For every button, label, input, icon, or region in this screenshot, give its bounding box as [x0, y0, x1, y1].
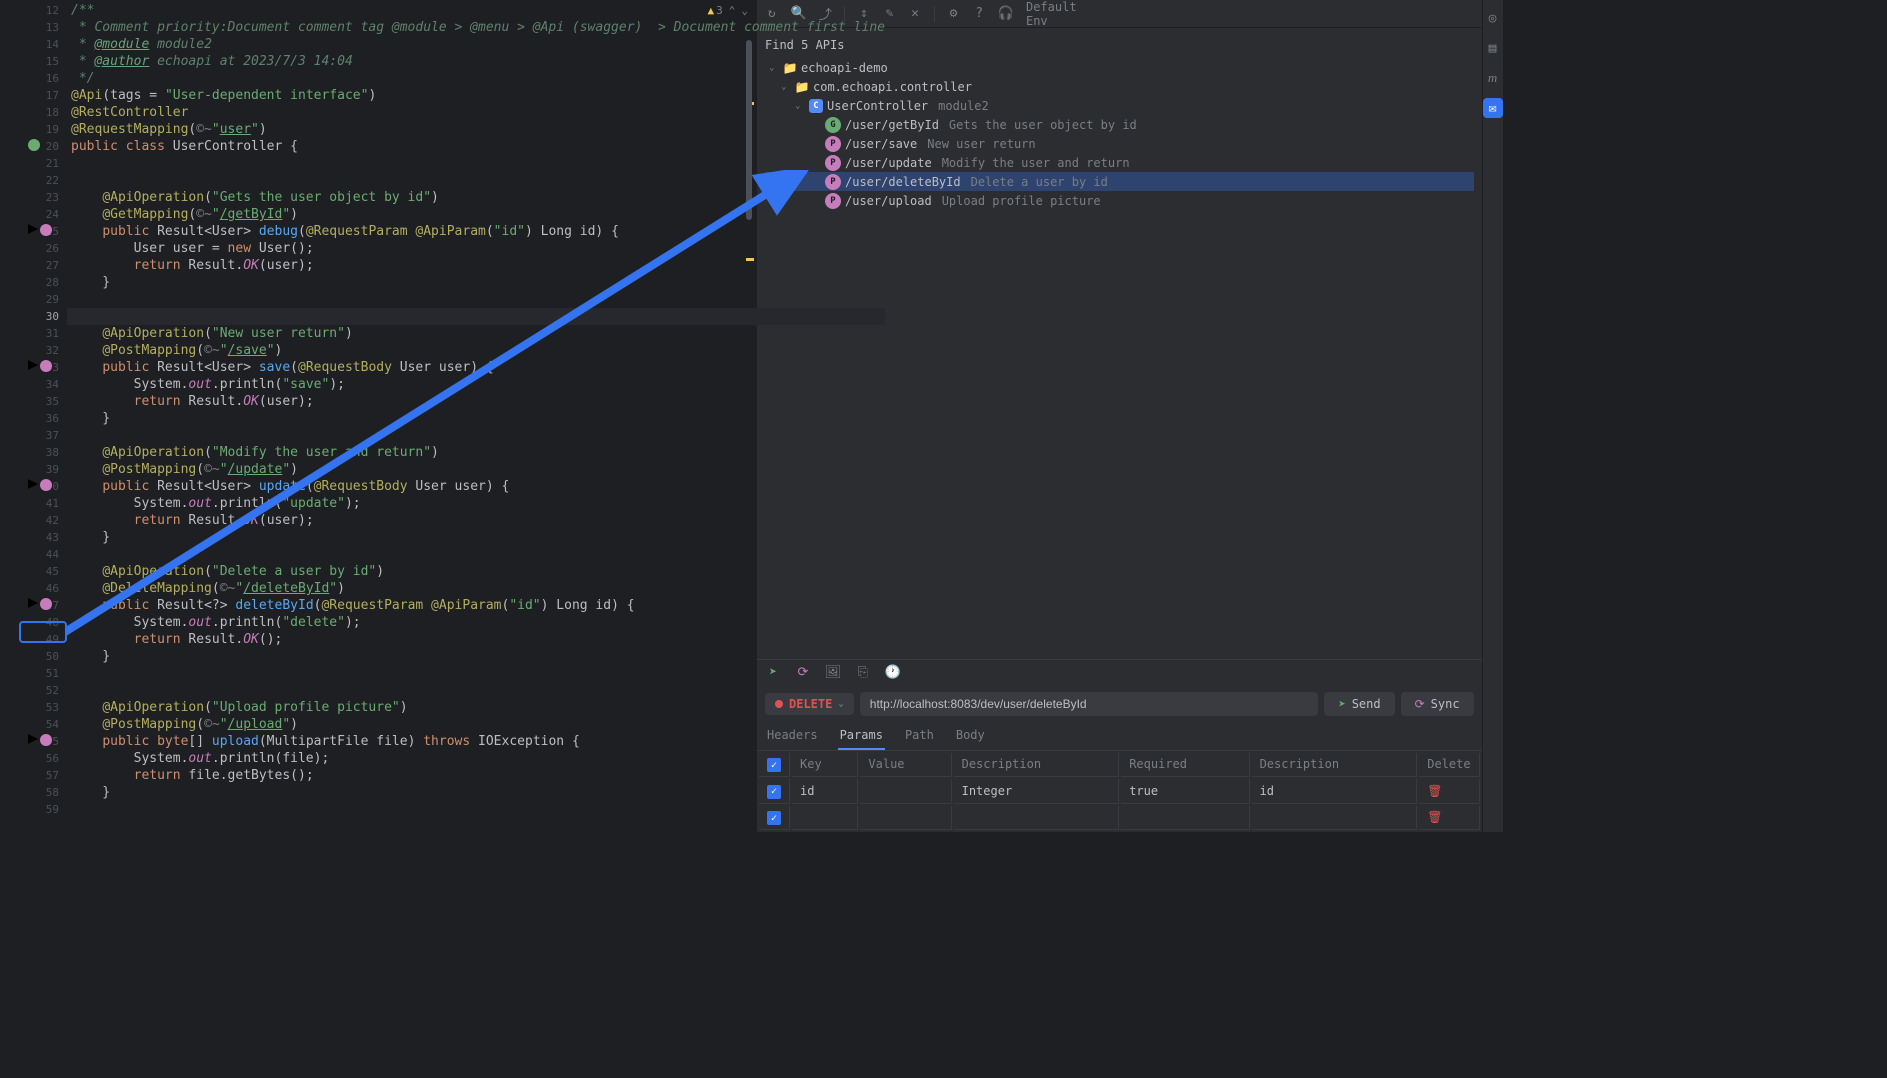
code-line[interactable]: * Comment priority:Document comment tag … [67, 19, 885, 36]
method-icon [40, 598, 52, 610]
code-line[interactable]: return file.getBytes(); [67, 767, 885, 784]
separator [934, 6, 935, 22]
code-line[interactable]: @GetMapping(©~"/getById") [67, 206, 885, 223]
method-icon [40, 479, 52, 491]
tab-path[interactable]: Path [903, 722, 936, 750]
send-button[interactable]: ➤ Send [1324, 692, 1394, 716]
code-line[interactable]: @PostMapping(©~"/save") [67, 342, 885, 359]
code-line[interactable]: public byte[] upload(MultipartFile file)… [67, 733, 885, 750]
sync-icon: ⟳ [1415, 697, 1425, 711]
chevron-up-icon[interactable]: ⌃ [729, 4, 736, 17]
run-icon[interactable] [28, 360, 38, 370]
code-line[interactable]: } [67, 529, 885, 546]
warning-count: 3 [716, 4, 723, 17]
target-icon[interactable]: ◎ [1483, 8, 1503, 28]
code-area[interactable]: /** * Comment priority:Document comment … [67, 0, 885, 832]
code-line[interactable] [67, 682, 885, 699]
method-icon [40, 360, 52, 372]
code-line[interactable]: } [67, 648, 885, 665]
code-line[interactable] [67, 155, 885, 172]
echoapi-icon[interactable]: ✉ [1483, 98, 1503, 118]
delete-icon[interactable]: 🗑 [1427, 810, 1442, 824]
column-header: Required [1121, 753, 1249, 778]
code-line[interactable]: public class UserController { [67, 138, 885, 155]
code-line[interactable]: @RestController [67, 104, 885, 121]
code-line[interactable]: /** [67, 2, 885, 19]
database-icon[interactable]: ▤ [1483, 38, 1503, 58]
editor-scrollbar[interactable] [746, 0, 754, 832]
code-line[interactable]: @PostMapping(©~"/upload") [67, 716, 885, 733]
env-selector[interactable]: Default Env [1026, 0, 1094, 28]
code-line[interactable]: return Result.OK(user); [67, 512, 885, 529]
tool-sidebar: ◎ ▤ m ✉ [1482, 0, 1503, 832]
code-line[interactable]: @PostMapping(©~"/update") [67, 461, 885, 478]
code-line[interactable]: @ApiOperation("Upload profile picture") [67, 699, 885, 716]
code-line[interactable]: public Result<?> deleteById(@RequestPara… [67, 597, 885, 614]
code-line[interactable]: @ApiOperation("New user return") [67, 325, 885, 342]
run-icon[interactable] [28, 479, 38, 489]
code-line[interactable] [67, 308, 885, 325]
code-line[interactable]: @ApiOperation("Delete a user by id") [67, 563, 885, 580]
column-header: Description [1252, 753, 1418, 778]
code-line[interactable]: return Result.OK(user); [67, 257, 885, 274]
code-line[interactable] [67, 172, 885, 189]
code-line[interactable]: System.out.println("delete"); [67, 614, 885, 631]
sync-button[interactable]: ⟳ Sync [1401, 692, 1474, 716]
code-line[interactable]: return Result.OK(user); [67, 393, 885, 410]
tab-body[interactable]: Body [954, 722, 987, 750]
code-line[interactable]: @DeleteMapping(©~"/deleteById") [67, 580, 885, 597]
code-line[interactable]: return Result.OK(); [67, 631, 885, 648]
code-line[interactable] [67, 801, 885, 818]
send-icon: ➤ [1338, 697, 1345, 711]
warning-icon: ▲ [708, 4, 715, 17]
code-line[interactable]: public Result<User> update(@RequestBody … [67, 478, 885, 495]
gear-icon[interactable]: ⚙ [947, 6, 961, 22]
code-line[interactable]: @ApiOperation("Modify the user and retur… [67, 444, 885, 461]
code-line[interactable] [67, 665, 885, 682]
code-line[interactable]: } [67, 410, 885, 427]
help-icon[interactable]: ? [972, 6, 986, 22]
column-header: Description [954, 753, 1120, 778]
method-icon [40, 224, 52, 236]
code-line[interactable]: System.out.println(file); [67, 750, 885, 767]
code-line[interactable]: } [67, 784, 885, 801]
code-line[interactable] [67, 546, 885, 563]
headphones-icon[interactable]: 🎧 [998, 6, 1014, 22]
editor-gutter: 1213141516171819202122232425262728293031… [0, 0, 67, 832]
code-line[interactable]: @ApiOperation("Gets the user object by i… [67, 189, 885, 206]
code-line[interactable]: public Result<User> save(@RequestBody Us… [67, 359, 885, 376]
code-line[interactable] [67, 427, 885, 444]
code-line[interactable]: public Result<User> debug(@RequestParam … [67, 223, 885, 240]
history-icon[interactable]: 🕐 [885, 665, 901, 681]
class-gutter-icon [28, 139, 40, 151]
run-icon[interactable] [28, 598, 38, 608]
code-editor-pane: 1213141516171819202122232425262728293031… [0, 0, 756, 832]
column-header: Delete [1419, 753, 1479, 778]
code-line[interactable]: System.out.println("update"); [67, 495, 885, 512]
run-icon[interactable] [28, 224, 38, 234]
code-line[interactable]: } [67, 274, 885, 291]
close-icon[interactable]: ✕ [908, 6, 922, 22]
maven-icon[interactable]: m [1483, 68, 1503, 88]
annotation-highlight-box [19, 621, 67, 643]
code-line[interactable]: * @module module2 [67, 36, 885, 53]
scrollbar-thumb[interactable] [746, 40, 752, 220]
method-icon [40, 734, 52, 746]
code-line[interactable]: * @author echoapi at 2023/7/3 14:04 [67, 53, 885, 70]
code-line[interactable]: User user = new User(); [67, 240, 885, 257]
code-line[interactable]: @RequestMapping(©~"user") [67, 121, 885, 138]
code-line[interactable] [67, 291, 885, 308]
warnings-badge[interactable]: ▲ 3 [708, 4, 723, 17]
editor-toolbar: ▲ 3 ⌃ ⌄ [708, 4, 749, 17]
code-line[interactable]: @Api(tags = "User-dependent interface") [67, 87, 885, 104]
code-line[interactable]: */ [67, 70, 885, 87]
code-line[interactable]: System.out.println("save"); [67, 376, 885, 393]
delete-icon[interactable]: 🗑 [1427, 784, 1442, 798]
run-icon[interactable] [28, 734, 38, 744]
scrollbar-mark [746, 258, 754, 261]
url-input[interactable] [860, 692, 1319, 716]
